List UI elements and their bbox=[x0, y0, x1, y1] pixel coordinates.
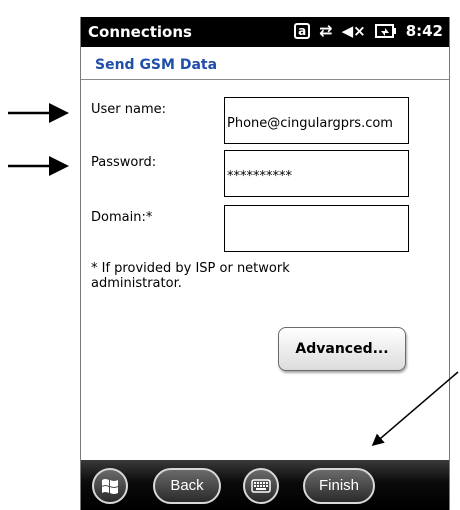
isp-note: * If provided by ISP or network administ… bbox=[91, 261, 290, 291]
finish-button[interactable]: Finish bbox=[303, 468, 375, 504]
username-field[interactable]: Phone@cingulargprs.com bbox=[224, 97, 409, 144]
title-bar: Connections a ⇄ ◀× 8:42 bbox=[81, 17, 449, 47]
advanced-button[interactable]: Advanced... bbox=[278, 327, 406, 371]
back-button[interactable]: Back bbox=[153, 468, 221, 504]
device-screen: Connections a ⇄ ◀× 8:42 Send GSM Data Us… bbox=[80, 17, 450, 510]
connectivity-icon[interactable]: ⇄ bbox=[319, 23, 332, 39]
bottom-bar: Back Finish bbox=[81, 460, 449, 510]
domain-field[interactable] bbox=[224, 205, 409, 252]
status-icons: a ⇄ ◀× 8:42 bbox=[294, 22, 443, 40]
app-title: Connections bbox=[88, 23, 192, 41]
password-label: Password: bbox=[91, 155, 157, 170]
clock[interactable]: 8:42 bbox=[406, 22, 443, 40]
page-title: Send GSM Data bbox=[81, 47, 449, 80]
keyboard-button[interactable] bbox=[243, 468, 279, 504]
battery-charging-icon[interactable] bbox=[374, 24, 397, 38]
volume-muted-icon[interactable]: ◀× bbox=[342, 23, 366, 39]
domain-label: Domain:* bbox=[91, 210, 153, 225]
username-label: User name: bbox=[91, 102, 167, 117]
a-icon: a bbox=[294, 23, 311, 39]
start-button[interactable] bbox=[92, 468, 128, 504]
password-field[interactable]: ********** bbox=[224, 150, 409, 197]
